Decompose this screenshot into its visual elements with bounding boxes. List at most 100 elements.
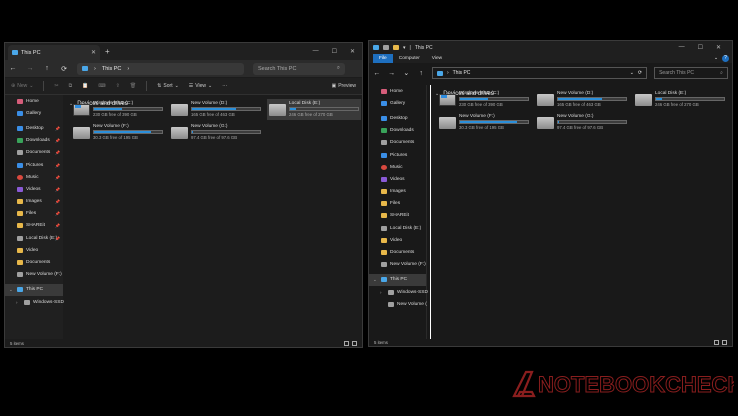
new-button[interactable]: ⊕ New ⌄ (11, 83, 33, 89)
drive-tile[interactable]: New Volume (D:) 165 GB free of 463 GB (535, 89, 629, 110)
sidebar-item[interactable]: Videos (369, 173, 426, 185)
address-bar[interactable]: › This PC ⌄ ⟳ (431, 67, 648, 79)
sidebar-item[interactable]: Files 📌 (5, 208, 63, 220)
sidebar-item-label: New Volume ( (397, 301, 427, 307)
forward-icon[interactable]: → (388, 70, 396, 77)
maximize-icon[interactable]: ☐ (698, 44, 703, 51)
new-folder-icon[interactable] (393, 45, 399, 50)
forward-icon[interactable]: → (26, 65, 34, 72)
drive-tile[interactable]: Windows-SSD (C:) 230 GB free of 390 GB (71, 99, 165, 120)
sidebar-item[interactable]: Videos 📌 (5, 183, 63, 195)
sidebar-item[interactable]: Downloads (369, 125, 426, 137)
preview-button[interactable]: ▣ Preview (331, 83, 356, 89)
sidebar-item[interactable]: ⌄ This PC (369, 273, 426, 286)
chevron-down-icon[interactable]: ⌄ (373, 277, 377, 283)
sidebar-item[interactable]: SHAREit (369, 210, 426, 222)
drive-tile[interactable]: Local Disk (E:) 246 GB free of 270 GB (267, 99, 361, 120)
ribbon-tab-file[interactable]: File (373, 54, 393, 63)
back-icon[interactable]: ← (373, 70, 381, 77)
sidebar-item[interactable]: Local Disk (E:) (369, 222, 426, 234)
chevron-right-icon[interactable]: › (380, 290, 382, 295)
minimize-icon[interactable]: — (679, 44, 685, 51)
sidebar-item[interactable]: Music (369, 161, 426, 173)
drive-icon (388, 301, 394, 307)
sidebar-item[interactable]: Desktop (369, 112, 426, 124)
sidebar-item[interactable]: SHAREit 📌 (5, 220, 63, 232)
chevron-right-icon[interactable]: › (16, 300, 18, 305)
drive-tile[interactable]: Windows-SSD (C:) 230 GB free of 390 GB (437, 89, 531, 110)
more-options-button[interactable]: ··· (222, 83, 227, 89)
close-tab-icon[interactable]: ✕ (91, 49, 96, 56)
drive-tile[interactable]: Local Disk (E:) 246 GB free of 270 GB (633, 89, 727, 110)
address-dropdown-icon[interactable]: ⌄ (630, 70, 634, 76)
sidebar-item[interactable]: Pictures (369, 149, 426, 161)
sidebar-item[interactable]: Images 📌 (5, 196, 63, 208)
sidebar-item[interactable]: Music 📌 (5, 171, 63, 183)
sidebar-item[interactable]: Local Disk (E:) 📌 (5, 232, 63, 244)
sidebar-item[interactable]: New Volume (F:) (369, 259, 426, 271)
search-input[interactable]: Search This PC ⌕ (654, 67, 728, 79)
address-bar[interactable]: › This PC › (77, 62, 244, 75)
sidebar-item-label: Downloads (26, 138, 50, 144)
sidebar-item[interactable]: Gallery (369, 97, 426, 109)
drive-tile[interactable]: New Volume (D:) 165 GB free of 463 GB (169, 99, 263, 120)
delete-icon[interactable]: 🗑 (130, 83, 136, 89)
back-icon[interactable]: ← (9, 65, 17, 72)
tab-this-pc[interactable]: This PC ✕ (8, 45, 100, 60)
sidebar-item[interactable]: Video (5, 244, 63, 256)
up-icon[interactable]: ↑ (417, 70, 425, 77)
sidebar-item[interactable]: Gallery (5, 107, 63, 119)
customize-quick-access-icon[interactable]: ▾ (403, 45, 406, 51)
chevron-down-icon[interactable]: ⌄ (9, 287, 13, 293)
share-icon[interactable]: ⇪ (116, 83, 120, 89)
ribbon-tab-view[interactable]: View (426, 54, 448, 63)
drive-tile[interactable]: New Volume (F:) 30.3 GB free of 195 GB (71, 122, 165, 143)
cut-icon[interactable]: ✂ (54, 83, 58, 89)
tiles-view-icon[interactable] (352, 340, 357, 346)
refresh-icon[interactable]: ⟳ (638, 70, 642, 76)
sort-button[interactable]: ⇅ Sort ⌄ (157, 83, 179, 89)
maximize-icon[interactable]: ☐ (332, 48, 337, 55)
tiles-view-icon[interactable] (722, 339, 727, 345)
drive-name: New Volume (D:) (557, 91, 594, 96)
sidebar-item[interactable]: Documents 📌 (5, 147, 63, 159)
paste-icon[interactable]: 📋 (82, 83, 88, 89)
close-icon[interactable]: ✕ (716, 44, 721, 51)
details-view-icon[interactable] (344, 340, 349, 346)
minimize-icon[interactable]: — (313, 48, 319, 55)
close-icon[interactable]: ✕ (350, 48, 355, 55)
sidebar-item[interactable]: New Volume (F:) (5, 269, 63, 281)
copy-icon[interactable]: ⧉ (69, 83, 73, 89)
sidebar-item[interactable]: Images (369, 186, 426, 198)
sidebar-item[interactable]: Documents (369, 137, 426, 149)
drive-tile[interactable]: New Volume (G:) 97.4 GB free of 97.6 GB (535, 112, 629, 133)
ribbon-tab-computer[interactable]: Computer (393, 54, 426, 63)
sidebar-item[interactable]: Pictures 📌 (5, 159, 63, 171)
sidebar-item[interactable]: Home (369, 85, 426, 97)
drive-usage-bar (557, 97, 627, 101)
search-input[interactable]: Search This PC ⌕ (253, 62, 345, 75)
view-button[interactable]: ☰ View ⌄ (189, 83, 212, 89)
refresh-icon[interactable]: ⟳ (60, 65, 68, 73)
sidebar-item[interactable]: Downloads 📌 (5, 135, 63, 147)
sidebar-item[interactable]: New Volume ( (369, 298, 427, 310)
sidebar-item[interactable]: Documents (369, 246, 426, 258)
drive-tile[interactable]: New Volume (F:) 30.3 GB free of 195 GB (437, 112, 531, 133)
sidebar-item[interactable]: › Windows-SSD (5, 296, 64, 308)
sidebar-item[interactable]: Video (369, 234, 426, 246)
sidebar-item[interactable]: Files (369, 198, 426, 210)
item-count: 5 items (10, 340, 24, 346)
rename-icon[interactable]: ⌨ (98, 83, 105, 89)
sidebar-item[interactable]: Documents (5, 256, 63, 268)
sidebar-item[interactable]: › Windows-SSD (369, 286, 428, 298)
new-tab-icon[interactable]: + (105, 47, 110, 56)
properties-icon[interactable] (383, 45, 389, 50)
drive-tile[interactable]: New Volume (G:) 97.4 GB free of 97.6 GB (169, 122, 263, 143)
sidebar-item[interactable]: ⌄ This PC (5, 283, 63, 296)
up-icon[interactable]: ↑ (43, 65, 51, 72)
recent-locations-icon[interactable]: ⌄ (402, 69, 410, 77)
sidebar-item[interactable]: Home (5, 95, 63, 107)
details-view-icon[interactable] (714, 339, 719, 345)
sidebar-item[interactable]: Desktop 📌 (5, 122, 63, 134)
help-icon[interactable]: ? (722, 55, 729, 62)
